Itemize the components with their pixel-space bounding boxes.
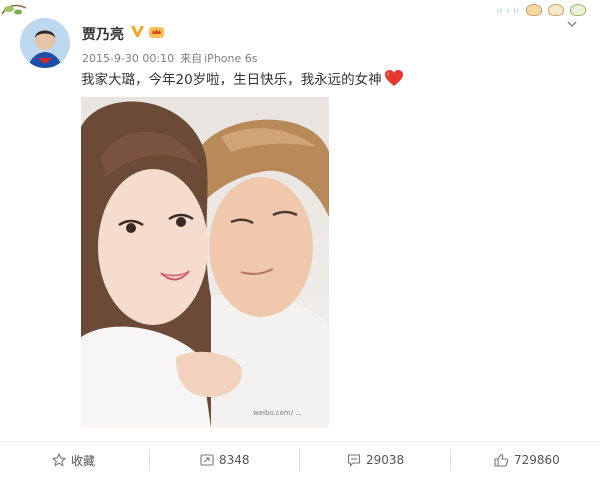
action-divider [450,449,451,471]
verified-v-icon [131,26,144,37]
action-bar: 收藏 8348 29038 729860 [0,441,600,477]
post-body: 我家大璐，今年20岁啦，生日快乐，我永远的女神 [81,72,382,88]
star-icon [52,453,66,467]
post-text: 我家大璐，今年20岁啦，生日快乐，我永远的女神 [81,68,404,88]
photo-watermark: weibo.com/ ... [253,409,303,417]
comment-count: 29038 [366,453,405,467]
action-divider [149,449,150,471]
favorite-label: 收藏 [71,453,96,468]
favorite-button[interactable]: 收藏 [52,442,95,477]
forward-count: 8348 [219,453,250,467]
selfie-image [81,97,329,428]
heart-emoji-icon [384,70,403,86]
vip-crown-icon[interactable] [148,25,165,39]
like-count: 729860 [514,453,560,467]
chevron-down-icon[interactable] [566,18,578,30]
source-prefix: 来自 [180,52,203,65]
post-photo[interactable]: weibo.com/ ... [81,97,329,428]
post-time[interactable]: 2015-9-30 00:10 [82,52,174,65]
bun-decoration-icon [526,4,542,16]
like-button[interactable]: 729860 [494,442,560,477]
thumbs-up-icon [494,453,509,467]
bun-decoration-icon [570,4,586,16]
bun-decoration-icon [548,4,564,16]
header-decoration: ıı ı ıı [497,0,586,20]
comment-icon [347,454,361,467]
comment-button[interactable]: 29038 [347,442,404,477]
post-source[interactable]: iPhone 6s [204,52,257,65]
leaf-decoration-icon [1,4,27,15]
avatar-image [20,18,70,68]
forward-icon [200,454,214,466]
action-divider [299,449,300,471]
avatar[interactable] [20,18,70,68]
forward-button[interactable]: 8348 [200,442,250,477]
post-meta: 2015-9-30 00:10 来自 iPhone 6s [82,50,263,66]
dots-decoration-icon: ıı ı ıı [496,5,520,15]
username[interactable]: 贾乃亮 [82,24,124,44]
